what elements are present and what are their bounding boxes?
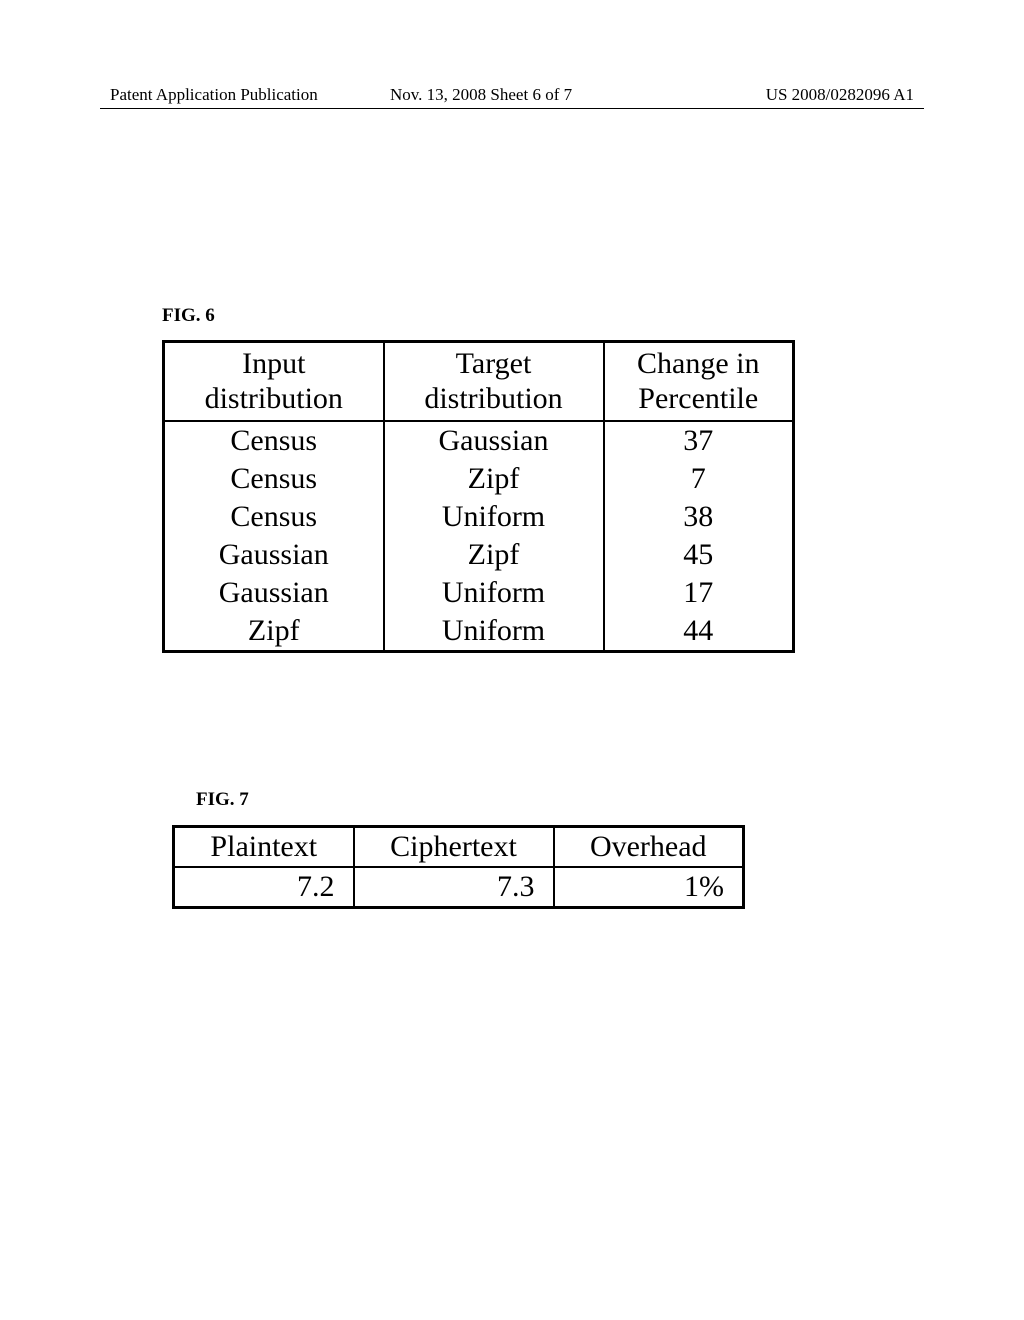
header-text: distribution <box>205 382 343 415</box>
header-text: Input <box>242 347 305 380</box>
cell-input: Gaussian <box>164 536 384 574</box>
cell-plaintext: 7.2 <box>174 867 354 908</box>
table-row: Gaussian Zipf 45 <box>164 536 794 574</box>
table6-header-input: Input distribution <box>164 342 384 422</box>
header-text: Percentile <box>638 382 758 415</box>
table6-header-row: Input distribution Target distribution C… <box>164 342 794 422</box>
cell-target: Uniform <box>384 498 604 536</box>
table-row: 7.2 7.3 1% <box>174 867 744 908</box>
cell-change: 45 <box>604 536 794 574</box>
table-row: Census Gaussian 37 <box>164 421 794 460</box>
figure-7-label: FIG. 7 <box>196 789 249 811</box>
table-row: Census Zipf 7 <box>164 460 794 498</box>
header-date-sheet: Nov. 13, 2008 Sheet 6 of 7 <box>390 85 572 105</box>
cell-change: 38 <box>604 498 794 536</box>
header-patent-number: US 2008/0282096 A1 <box>766 85 914 105</box>
header-text: Target <box>456 347 532 380</box>
cell-target: Zipf <box>384 536 604 574</box>
cell-overhead: 1% <box>554 867 744 908</box>
cell-change: 44 <box>604 612 794 652</box>
cell-target: Uniform <box>384 612 604 652</box>
cell-input: Census <box>164 460 384 498</box>
cell-input: Census <box>164 498 384 536</box>
header-divider <box>100 108 924 109</box>
table-row: Zipf Uniform 44 <box>164 612 794 652</box>
header-publication: Patent Application Publication <box>110 85 318 105</box>
table7-header-overhead: Overhead <box>554 827 744 868</box>
cell-input: Gaussian <box>164 574 384 612</box>
cell-input: Zipf <box>164 612 384 652</box>
table6-header-change: Change in Percentile <box>604 342 794 422</box>
cell-ciphertext: 7.3 <box>354 867 554 908</box>
cell-input: Census <box>164 421 384 460</box>
table7-header-row: Plaintext Ciphertext Overhead <box>174 827 744 868</box>
cell-target: Gaussian <box>384 421 604 460</box>
cell-change: 7 <box>604 460 794 498</box>
table-row: Census Uniform 38 <box>164 498 794 536</box>
cell-target: Zipf <box>384 460 604 498</box>
cell-change: 37 <box>604 421 794 460</box>
page-header: Patent Application Publication Nov. 13, … <box>0 85 1024 115</box>
header-text: distribution <box>424 382 562 415</box>
figure-6-table: Input distribution Target distribution C… <box>162 340 795 653</box>
table7-header-ciphertext: Ciphertext <box>354 827 554 868</box>
table7-header-plaintext: Plaintext <box>174 827 354 868</box>
table6-header-target: Target distribution <box>384 342 604 422</box>
figure-6-label: FIG. 6 <box>162 305 215 327</box>
figure-7-table: Plaintext Ciphertext Overhead 7.2 7.3 1% <box>172 825 745 909</box>
header-text: Change in <box>637 347 759 380</box>
table-row: Gaussian Uniform 17 <box>164 574 794 612</box>
cell-target: Uniform <box>384 574 604 612</box>
cell-change: 17 <box>604 574 794 612</box>
